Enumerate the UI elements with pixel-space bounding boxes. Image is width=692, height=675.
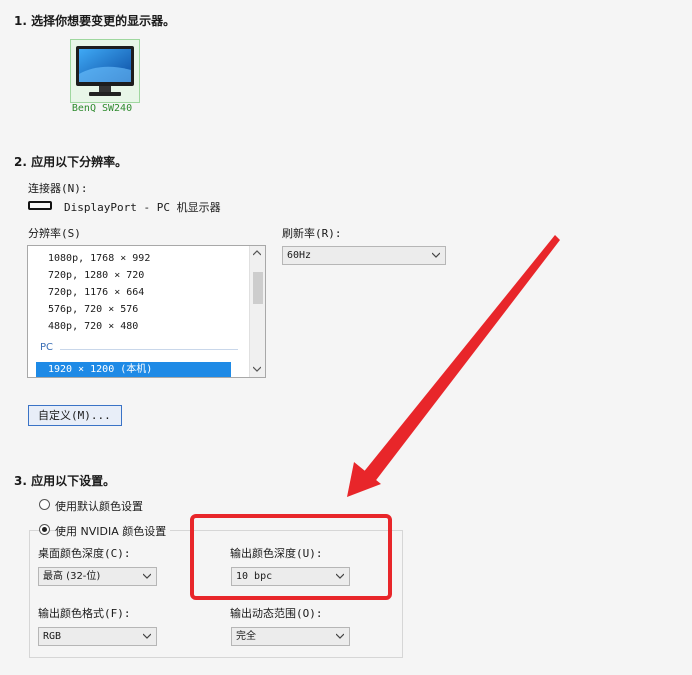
annotation-arrow-icon (347, 235, 560, 497)
